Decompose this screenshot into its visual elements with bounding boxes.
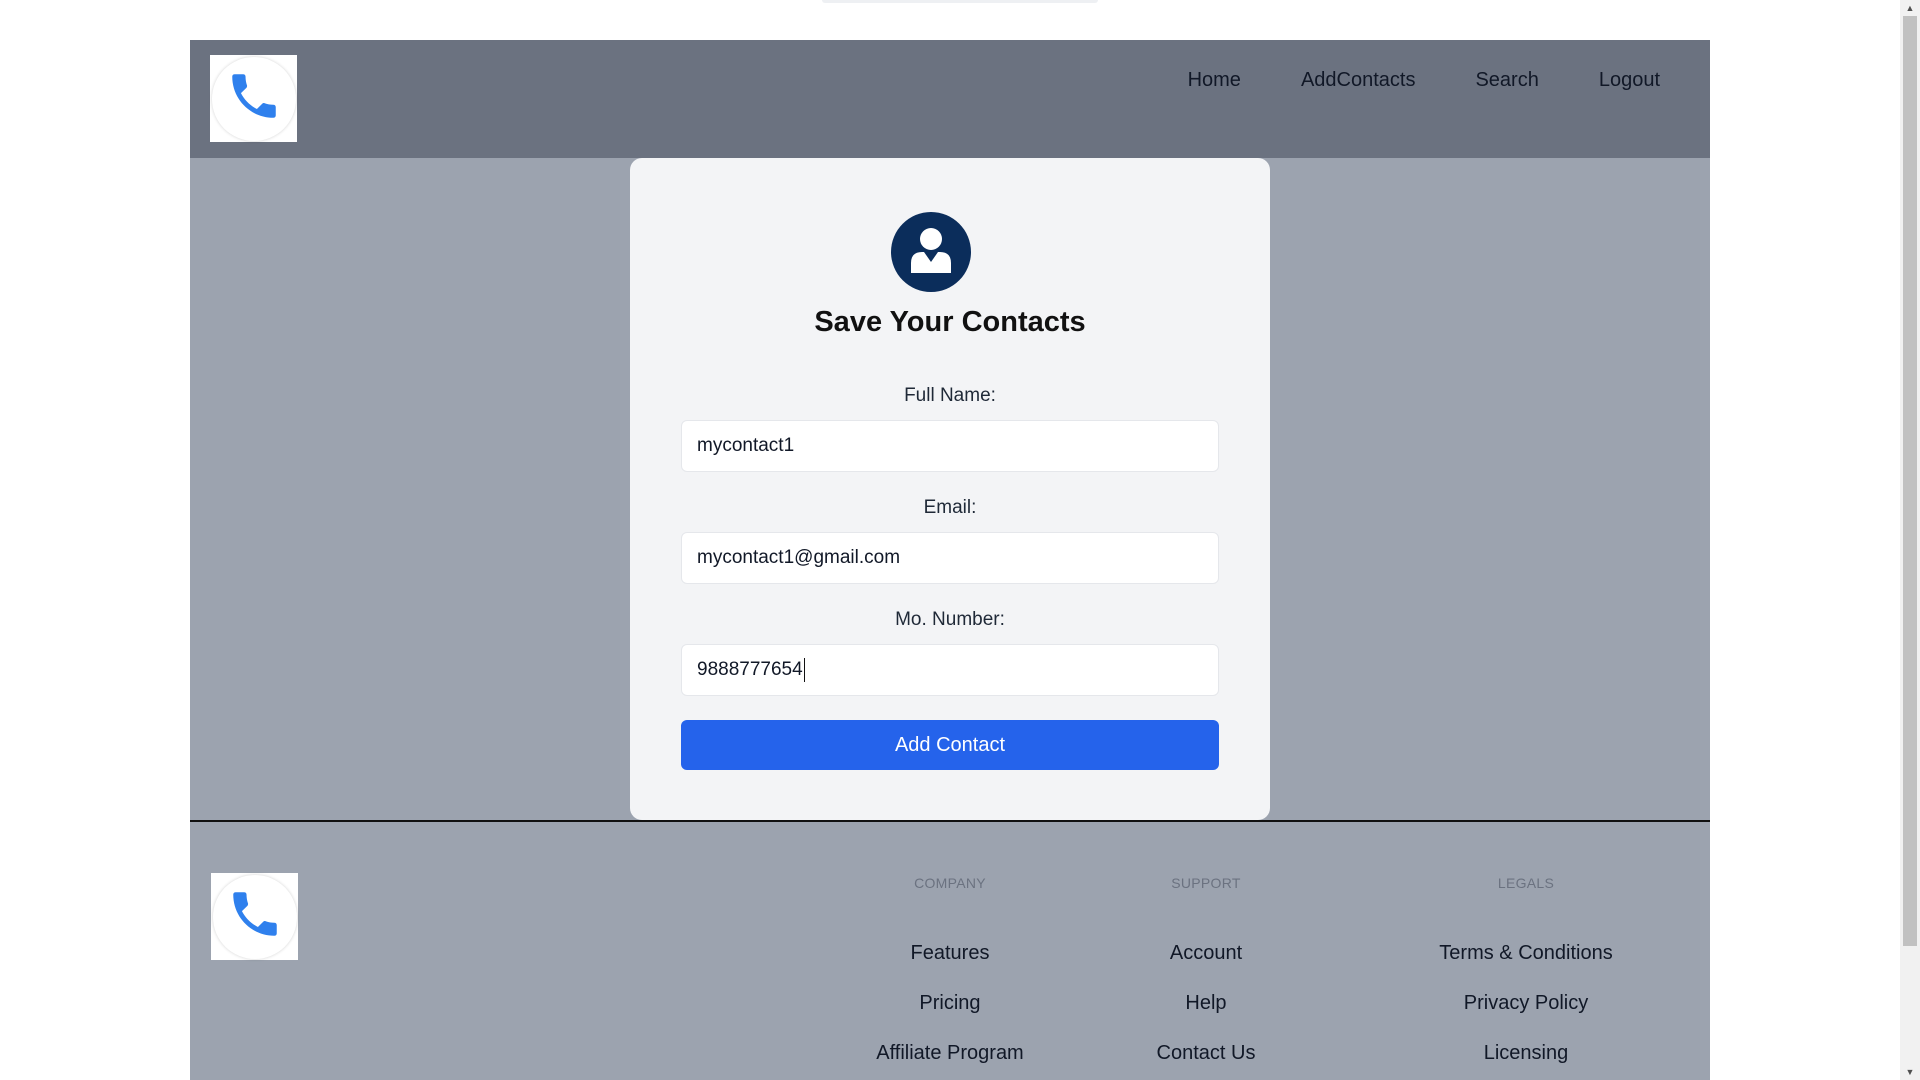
navbar: Home AddContacts Search Logout — [190, 40, 1710, 158]
footer-link-contact-us[interactable]: Contact Us — [1076, 1042, 1336, 1065]
add-contact-card: Save Your Contacts Full Name: Email: Mo.… — [630, 158, 1270, 820]
scroll-up-arrow-icon[interactable]: ▲ — [1900, 0, 1920, 16]
footer-column-company: COMPANY Features Pricing Affiliate Progr… — [820, 872, 1080, 1065]
logo-circle — [212, 874, 297, 959]
footer-column-support: SUPPORT Account Help Contact Us — [1076, 872, 1336, 1065]
mobile-input[interactable]: 9888777654 — [681, 644, 1219, 696]
nav-home[interactable]: Home — [1158, 40, 1271, 120]
footer-divider — [190, 820, 1710, 822]
scroll-down-arrow-icon[interactable]: ▼ — [1900, 1064, 1920, 1080]
footer-column-legals: LEGALS Terms & Conditions Privacy Policy… — [1396, 872, 1656, 1065]
user-avatar-icon — [891, 212, 971, 292]
footer-link-licensing[interactable]: Licensing — [1396, 1042, 1656, 1065]
footer-logo[interactable] — [211, 873, 298, 960]
nav-logout[interactable]: Logout — [1569, 40, 1660, 120]
page-container: Home AddContacts Search Logout Save Your… — [190, 40, 1710, 1080]
mobile-label: Mo. Number: — [895, 609, 1005, 630]
page-scrollbar[interactable]: ▲ ▼ — [1900, 0, 1920, 1080]
browser-top-hint — [822, 0, 1098, 3]
footer-link-pricing[interactable]: Pricing — [820, 992, 1080, 1015]
phone-icon — [225, 67, 283, 130]
page-title: Save Your Contacts — [814, 306, 1086, 338]
footer-link-account[interactable]: Account — [1076, 942, 1336, 965]
nav-links: Home AddContacts Search Logout — [1158, 40, 1660, 120]
footer-column-title: LEGALS — [1497, 875, 1555, 891]
footer-link-affiliate-program[interactable]: Affiliate Program — [820, 1042, 1080, 1065]
full-name-label: Full Name: — [904, 385, 996, 406]
footer-link-features[interactable]: Features — [820, 942, 1080, 965]
phone-icon — [226, 885, 284, 948]
navbar-logo[interactable] — [210, 55, 297, 142]
logo-circle — [211, 56, 296, 141]
scrollbar-thumb[interactable] — [1903, 16, 1917, 946]
nav-search[interactable]: Search — [1445, 40, 1568, 120]
email-label: Email: — [923, 497, 977, 518]
nav-add-contacts[interactable]: AddContacts — [1271, 40, 1446, 120]
text-caret — [803, 657, 805, 682]
footer-link-help[interactable]: Help — [1076, 992, 1336, 1015]
email-input[interactable] — [681, 532, 1219, 584]
mobile-input-value: 9888777654 — [697, 659, 803, 680]
footer-column-title: SUPPORT — [1171, 875, 1241, 891]
footer-link-terms[interactable]: Terms & Conditions — [1396, 942, 1656, 965]
footer-column-title: COMPANY — [914, 875, 986, 891]
full-name-input[interactable] — [681, 420, 1219, 472]
footer-link-privacy-policy[interactable]: Privacy Policy — [1396, 992, 1656, 1015]
add-contact-button[interactable]: Add Contact — [681, 720, 1219, 770]
